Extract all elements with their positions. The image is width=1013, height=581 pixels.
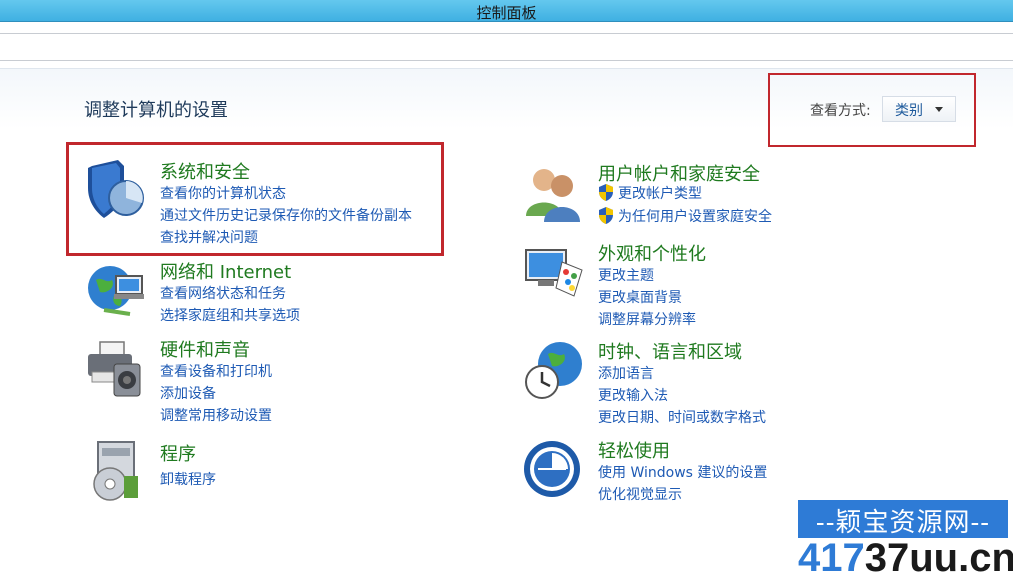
appearance-heading[interactable]: 外观和个性化 [598,240,706,266]
network-globe-icon [88,266,144,316]
watermark-site: 37uu.cn [864,536,1013,580]
view-by-value: 类别 [895,103,923,119]
clock-language-region-heading[interactable]: 时钟、语言和区域 [598,338,742,364]
family-safety-label: 为任何用户设置家庭安全 [618,209,772,225]
ease-of-access-heading[interactable]: 轻松使用 [598,437,670,463]
view-by-dropdown[interactable]: 类别 [882,96,956,122]
programs-disc-icon [93,441,138,501]
link-change-input-method[interactable]: 更改输入法 [598,385,668,405]
clock-globe-icon [525,342,582,399]
ease-of-access-icon [524,441,580,497]
window-title: 控制面板 [476,4,537,22]
watermark-site-name: --颖宝资源网-- [798,500,1008,538]
uac-shield-icon [599,184,613,201]
watermark-domain: 41737uu.cn [798,536,1013,581]
watermark: --颖宝资源网-- 41737uu.cn [798,500,1013,581]
link-adjust-resolution[interactable]: 调整屏幕分辨率 [598,309,696,329]
link-family-safety[interactable]: 为任何用户设置家庭安全 [598,206,772,226]
link-change-desktop-background[interactable]: 更改桌面背景 [598,287,682,307]
link-homegroup-sharing[interactable]: 选择家庭组和共享选项 [160,305,300,325]
link-mobility-settings[interactable]: 调整常用移动设置 [160,405,272,425]
page-title: 调整计算机的设置 [84,100,228,121]
monitor-palette-icon [525,249,583,297]
title-bar: 控制面板 [0,0,1013,22]
change-account-type-label: 更改帐户类型 [618,186,702,202]
link-add-device[interactable]: 添加设备 [160,383,216,403]
view-by-label: 查看方式: [810,103,871,119]
chevron-down-icon [935,107,943,112]
link-uninstall-program[interactable]: 卸载程序 [160,469,216,489]
link-optimize-visual-display[interactable]: 优化视觉显示 [598,484,682,504]
system-security-highlight [66,142,444,256]
watermark-number: 417 [798,536,865,580]
link-change-date-time-format[interactable]: 更改日期、时间或数字格式 [598,407,766,427]
link-windows-recommended-settings[interactable]: 使用 Windows 建议的设置 [598,462,767,482]
address-bar[interactable] [0,33,1013,61]
link-view-network-status[interactable]: 查看网络状态和任务 [160,283,286,303]
users-icon [526,169,580,222]
link-add-language[interactable]: 添加语言 [598,363,654,383]
uac-shield-icon [599,207,613,224]
network-internet-heading[interactable]: 网络和 Internet [160,258,291,284]
link-change-theme[interactable]: 更改主题 [598,265,654,285]
link-devices-printers[interactable]: 查看设备和打印机 [160,361,272,381]
hardware-sound-heading[interactable]: 硬件和声音 [160,336,250,362]
printer-speaker-icon [88,341,141,397]
link-change-account-type[interactable]: 更改帐户类型 [598,183,702,203]
programs-heading[interactable]: 程序 [160,440,196,466]
